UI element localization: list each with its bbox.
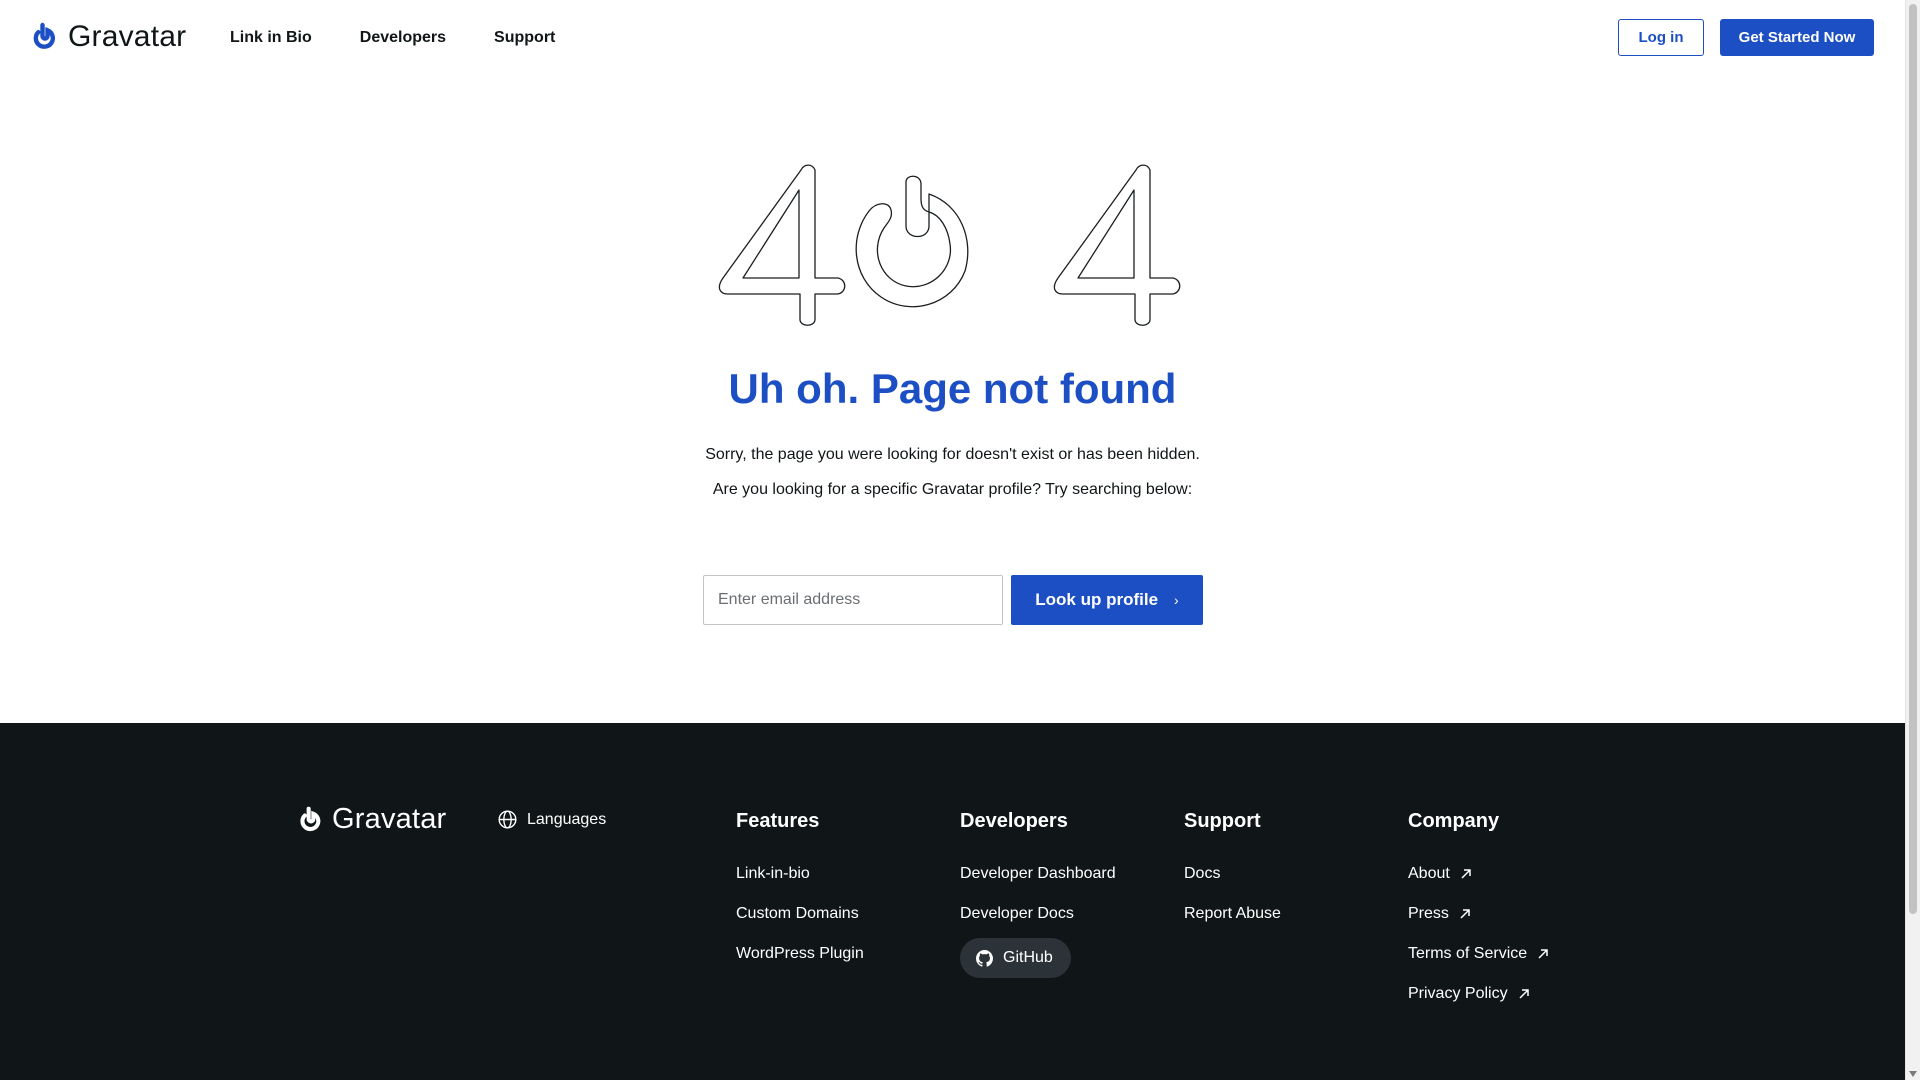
page-title: Uh oh. Page not found <box>728 365 1177 412</box>
footer-link-label: Privacy Policy <box>1408 985 1508 1002</box>
gravatar-power-icon <box>33 22 56 49</box>
footer-link-terms-of-service[interactable]: Terms of Service <box>1408 934 1549 974</box>
footer-logo[interactable]: Gravatar <box>297 803 446 836</box>
nav-support[interactable]: Support <box>494 29 555 47</box>
logo-text: Gravatar <box>68 20 187 53</box>
developers-heading: Developers <box>960 810 1068 832</box>
footer-link-label: Docs <box>1184 865 1221 882</box>
look-up-profile-label: Look up profile <box>1035 590 1159 609</box>
main-nav: Link in Bio Developers Support <box>230 29 555 47</box>
digit-four-right <box>1053 164 1181 326</box>
digit-four-left <box>718 164 846 326</box>
languages-selector[interactable]: Languages <box>497 809 606 830</box>
footer-link-label: Press <box>1408 905 1449 922</box>
login-button[interactable]: Log in <box>1618 19 1704 56</box>
footer-logo-text: Gravatar <box>332 803 447 835</box>
footer-col-company: Company About Press Terms of Service Pri… <box>1408 810 1549 1014</box>
footer-link-label: Report Abuse <box>1184 905 1281 922</box>
footer-link-report-abuse[interactable]: Report Abuse <box>1184 894 1281 934</box>
chevron-right-icon: › <box>1174 592 1179 608</box>
gravatar-zero <box>855 175 969 308</box>
email-search-input[interactable] <box>703 575 1003 625</box>
github-label: GitHub <box>1003 949 1053 966</box>
footer-link-wordpress-plugin[interactable]: WordPress Plugin <box>736 934 864 974</box>
footer-col-developers: Developers Developer Dashboard Developer… <box>960 810 1116 978</box>
gravatar-logo[interactable]: Gravatar <box>30 20 186 54</box>
scrollbar-thumb[interactable] <box>1909 4 1917 914</box>
footer-link-developer-docs[interactable]: Developer Docs <box>960 894 1116 934</box>
error-description: Sorry, the page you were looking for doe… <box>705 446 1200 463</box>
gravatar-power-icon <box>300 806 321 831</box>
footer-link-label: Link-in-bio <box>736 865 810 882</box>
footer-link-press[interactable]: Press <box>1408 894 1549 934</box>
footer-link-label: Custom Domains <box>736 905 859 922</box>
support-heading: Support <box>1184 810 1261 832</box>
footer-link-link-in-bio[interactable]: Link-in-bio <box>736 854 864 894</box>
page: Gravatar Link in Bio Developers Support … <box>0 0 1905 1080</box>
footer-link-label: About <box>1408 865 1450 882</box>
footer-col-support: Support Docs Report Abuse <box>1184 810 1281 934</box>
globe-icon <box>498 810 517 829</box>
footer-link-docs[interactable]: Docs <box>1184 854 1281 894</box>
arrow-up-right-icon <box>1461 869 1471 879</box>
company-heading: Company <box>1408 810 1500 832</box>
languages-label: Languages <box>527 810 607 828</box>
github-button[interactable]: GitHub <box>960 938 1071 978</box>
footer-link-label: WordPress Plugin <box>736 945 864 962</box>
site-footer: Gravatar Languages Features Link-in-bio … <box>0 723 1905 1080</box>
arrow-up-right-icon <box>1460 909 1470 919</box>
footer-link-label: Developer Dashboard <box>960 865 1116 882</box>
page-scrollbar[interactable] <box>1905 0 1920 1080</box>
look-up-profile-button[interactable]: Look up profile › <box>1011 575 1203 625</box>
get-started-button[interactable]: Get Started Now <box>1720 19 1874 56</box>
footer-link-developer-dashboard[interactable]: Developer Dashboard <box>960 854 1116 894</box>
nav-link-in-bio[interactable]: Link in Bio <box>230 29 312 47</box>
404-illustration <box>718 164 1181 326</box>
footer-link-custom-domains[interactable]: Custom Domains <box>736 894 864 934</box>
site-header: Gravatar Link in Bio Developers Support … <box>0 0 1905 76</box>
footer-link-label: Developer Docs <box>960 905 1074 922</box>
footer-link-about[interactable]: About <box>1408 854 1549 894</box>
footer-link-privacy-policy[interactable]: Privacy Policy <box>1408 974 1549 1014</box>
footer-link-label: Terms of Service <box>1408 945 1528 962</box>
arrow-up-right-icon <box>1519 989 1529 999</box>
nav-developers[interactable]: Developers <box>360 29 446 47</box>
arrow-up-right-icon <box>1538 949 1548 959</box>
footer-col-features: Features Link-in-bio Custom Domains Word… <box>736 810 864 974</box>
search-hint: Are you looking for a specific Gravatar … <box>712 481 1193 498</box>
github-icon <box>976 949 993 967</box>
features-heading: Features <box>736 810 820 832</box>
scroll-down-arrow-icon[interactable] <box>1909 1071 1917 1077</box>
